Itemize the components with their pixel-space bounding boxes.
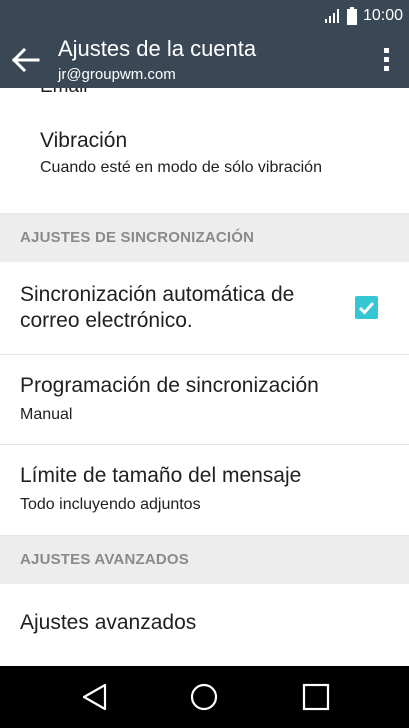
account-email: jr@groupwm.com xyxy=(58,66,176,83)
square-recents-icon[interactable] xyxy=(301,682,331,712)
vibration-title: Vibración xyxy=(40,129,128,152)
size-limit-value: Todo incluyendo adjuntos xyxy=(20,496,201,513)
advanced-setting[interactable]: Ajustes avanzados xyxy=(0,584,409,666)
sync-schedule-value: Manual xyxy=(20,406,73,423)
checkmark-icon xyxy=(358,301,375,315)
signal-icon xyxy=(324,9,341,23)
status-time: 10:00 xyxy=(362,7,403,24)
vibration-setting[interactable]: Vibración Cuando esté en modo de sólo vi… xyxy=(0,114,409,214)
auto-sync-checkbox[interactable] xyxy=(355,296,378,319)
circle-home-icon[interactable] xyxy=(189,682,219,712)
app-bar: Ajustes de la cuenta jr@groupwm.com xyxy=(0,32,409,88)
email-item-partial[interactable]: Email xyxy=(40,88,88,98)
advanced-title: Ajustes avanzados xyxy=(20,611,197,634)
advanced-section-header: AJUSTES AVANZADOS xyxy=(0,536,409,584)
vibration-subtitle: Cuando esté en modo de sólo vibración xyxy=(40,159,322,176)
battery-icon xyxy=(346,7,357,25)
auto-sync-title: Sincronización automática de correo elec… xyxy=(20,283,295,332)
app-title: Ajustes de la cuenta xyxy=(58,36,257,61)
navigation-bar xyxy=(0,666,409,728)
settings-list: Email Vibración Cuando esté en modo de s… xyxy=(0,88,409,666)
sync-schedule-title: Programación de sincronización xyxy=(20,374,319,397)
arrow-left-icon[interactable] xyxy=(11,47,40,73)
triangle-back-icon[interactable] xyxy=(80,682,110,712)
more-vert-icon[interactable] xyxy=(383,46,391,74)
auto-sync-setting[interactable]: Sincronización automática de correo elec… xyxy=(0,262,409,355)
size-limit-title: Límite de tamaño del mensaje xyxy=(20,464,302,487)
sync-schedule-setting[interactable]: Programación de sincronización Manual xyxy=(0,355,409,445)
status-icons: 10:00 xyxy=(324,0,403,32)
sync-section-header: AJUSTES DE SINCRONIZACIÓN xyxy=(0,214,409,262)
size-limit-setting[interactable]: Límite de tamaño del mensaje Todo incluy… xyxy=(0,445,409,536)
status-bar: 10:00 xyxy=(0,0,409,32)
